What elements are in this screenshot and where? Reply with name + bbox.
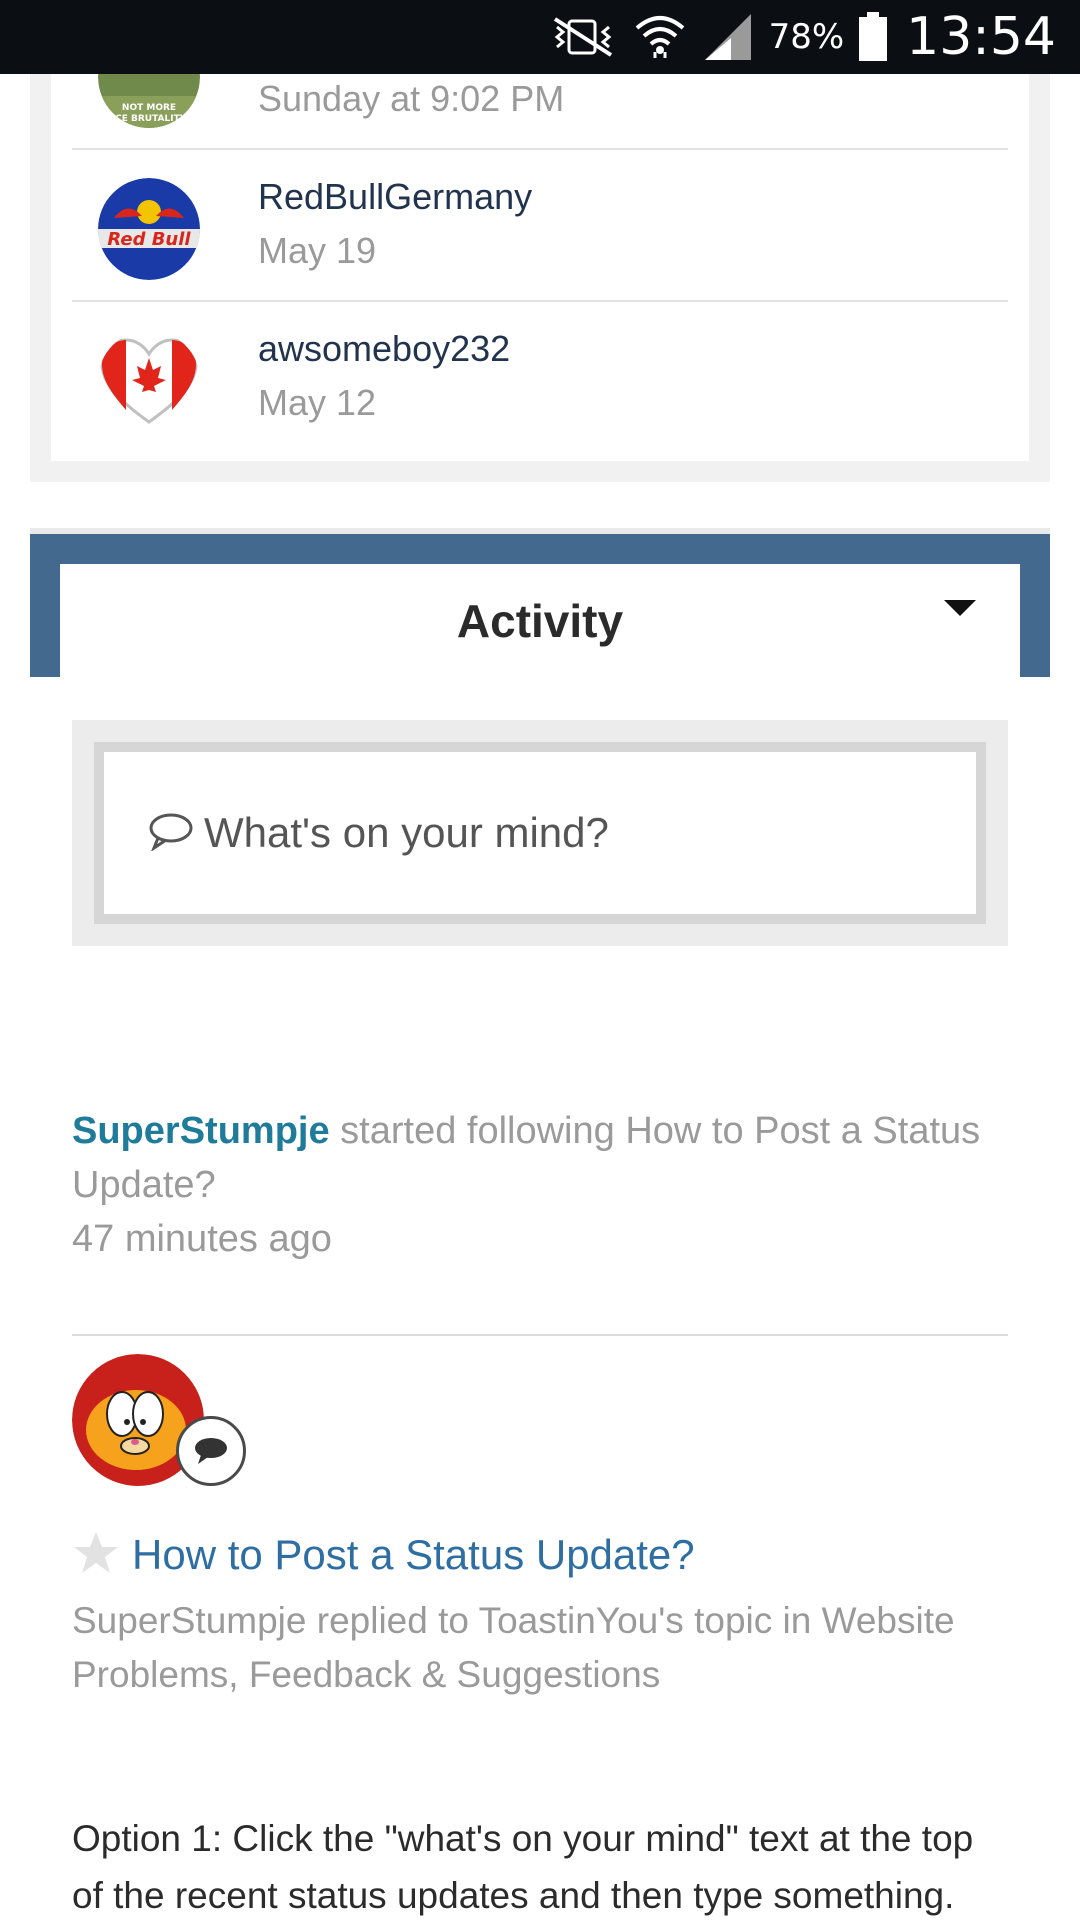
- status-update-frame: What's on your mind?: [94, 742, 986, 924]
- activity-item: SuperStumpje started following How to Po…: [72, 1104, 1008, 1212]
- svg-text:Red Bull: Red Bull: [107, 229, 191, 250]
- status-bar: 78% 13:54: [0, 0, 1080, 74]
- follower-date: Sunday at 9:02 PM: [258, 78, 565, 119]
- status-placeholder: What's on your mind?: [204, 809, 609, 856]
- follower-name[interactable]: RedBullGermany: [258, 176, 532, 218]
- activity-timestamp: 47 minutes ago: [72, 1218, 332, 1260]
- activity-meta: SuperStumpje replied to ToastinYou's top…: [72, 1600, 955, 1695]
- caret-down-icon[interactable]: [944, 600, 976, 616]
- follower-row[interactable]: awsomeboy232 May 12: [72, 302, 1008, 454]
- activity-divider: [72, 1334, 1008, 1336]
- battery-percent: 78%: [768, 17, 845, 57]
- follower-date: May 12: [258, 382, 377, 423]
- speech-bubble-icon: [148, 811, 194, 855]
- canada-heart-avatar[interactable]: [98, 330, 200, 432]
- activity-title: Activity: [456, 594, 624, 647]
- activity-header: Activity: [30, 534, 1050, 677]
- topic-link[interactable]: How to Post a Status Update?: [132, 1531, 695, 1579]
- battery-icon: [858, 12, 888, 62]
- page: NOT MORE ICE BRUTALITY Sunday at 9:02 PM…: [0, 26, 1080, 1920]
- comment-badge-icon: [176, 1416, 246, 1486]
- follower-name[interactable]: awsomeboy232: [258, 328, 510, 370]
- status-update-input[interactable]: What's on your mind?: [104, 752, 976, 914]
- svg-text:ICE BRUTALITY: ICE BRUTALITY: [112, 114, 187, 124]
- activity-title-row: How to Post a Status Update?: [72, 1530, 695, 1580]
- status-update-box: What's on your mind?: [72, 720, 1008, 946]
- clock: 13:54: [906, 7, 1056, 67]
- activity-tab-dropdown[interactable]: Activity: [60, 564, 1020, 677]
- follower-date: May 19: [258, 230, 377, 271]
- star-icon[interactable]: [72, 1530, 120, 1580]
- red-bull-avatar[interactable]: Red Bull: [98, 178, 200, 280]
- wifi-icon: [633, 12, 687, 62]
- signal-icon: [701, 12, 755, 62]
- svg-text:NOT MORE: NOT MORE: [122, 103, 176, 113]
- follower-row[interactable]: Red Bull RedBullGermany May 19: [72, 150, 1008, 302]
- mute-vibrate-icon: [547, 15, 619, 59]
- user-link[interactable]: SuperStumpje: [72, 1110, 330, 1152]
- activity-snippet: Option 1: Click the "what's on your mind…: [72, 1818, 974, 1916]
